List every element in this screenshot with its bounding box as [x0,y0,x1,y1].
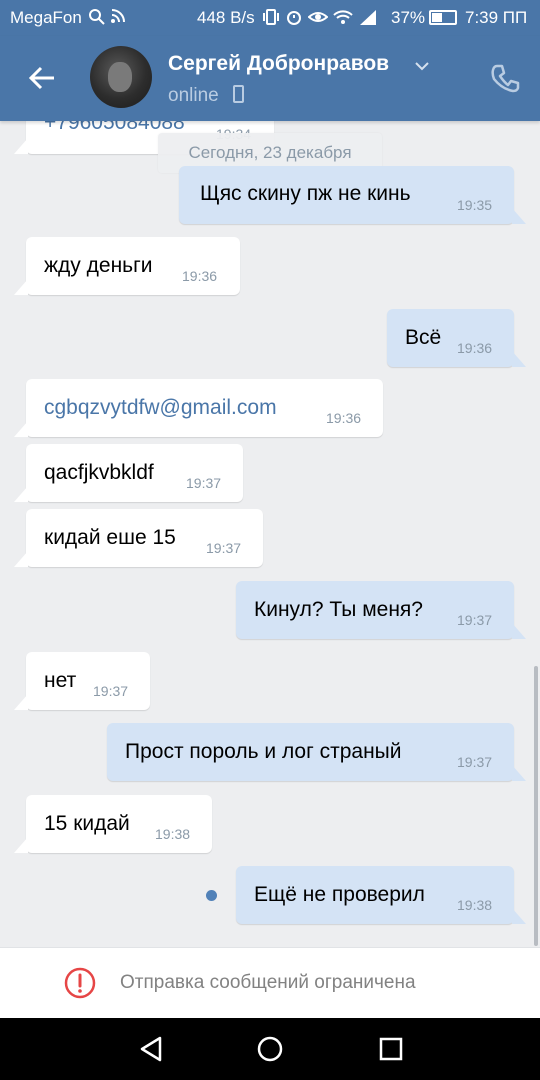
unread-indicator [206,890,217,901]
message-bubble-outgoing[interactable]: Ещё не проверил 19:38 [236,866,526,924]
online-status: online [168,85,219,106]
message-text: Прост пороль и лог страный [125,740,402,763]
message-bubble-outgoing[interactable]: Кинул? Ты меня? 19:37 [236,581,526,639]
message-bubble-incoming[interactable]: qacfjkvbkldf 19:37 [14,444,243,502]
signal-icon [360,10,376,25]
battery-icon [429,10,457,25]
contact-name[interactable]: Сергей Добронравов [168,52,389,76]
call-icon[interactable] [488,61,522,95]
message-text: Кинул? Ты меня? [254,598,423,621]
search-icon [89,9,105,25]
wifi-icon [333,10,353,24]
restricted-label: Отправка сообщений ограничена [120,972,416,993]
message-bubble-outgoing[interactable]: Всё 19:36 [387,309,526,367]
battery-percent: 37% [391,8,426,27]
message-time: 19:36 [457,340,493,356]
message-bubble-outgoing[interactable]: Щяс скину пж не кинь 19:35 [179,166,526,224]
message-time: 19:37 [457,612,493,628]
status-icons-left [88,8,126,26]
message-text: qacfjkvbkldf [44,461,154,484]
message-time: 19:37 [186,475,222,491]
message-text: кидай еше 15 [44,526,176,549]
chevron-down-icon[interactable] [414,60,430,72]
status-icons-right [262,8,378,26]
vibrate-icon [263,9,279,25]
email-link[interactable]: cgbqzvytdfw@gmail.com [44,396,277,420]
message-time: 19:37 [457,754,493,770]
message-text: жду деньги [44,254,153,277]
message-bubble-outgoing[interactable]: Прост пороль и лог страный 19:37 [107,723,526,781]
back-triangle-icon[interactable] [138,1035,164,1063]
warning-icon [64,967,96,999]
recents-square-icon[interactable] [378,1035,404,1063]
messaging-restricted-bar: Отправка сообщений ограничена [0,947,540,1018]
system-navigation-bar [0,1018,540,1080]
clock: 7:39 ПП [465,8,528,27]
scrollbar[interactable] [534,666,538,946]
rss-icon [111,9,125,23]
status-bar: MegaFon 448 B/s 37% 7:39 ПП [0,0,540,36]
message-time: 19:36 [182,268,218,284]
message-time: 19:37 [206,540,242,556]
message-time: 19:37 [93,683,129,699]
message-text: Всё [405,326,442,349]
message-bubble-incoming[interactable]: cgbqzvytdfw@gmail.com 19:36 [14,379,383,437]
message-bubble-incoming[interactable]: 15 кидай 19:38 [14,795,212,853]
mobile-phone-icon [233,85,244,103]
back-arrow-icon[interactable] [22,58,62,98]
alarm-icon [287,11,301,25]
network-speed: 448 B/s [197,8,255,27]
message-text: Щяс скину пж не кинь [200,182,411,205]
eye-icon [308,12,328,22]
message-time: 19:35 [457,197,493,213]
chat-header: Сергей Добронравов online [0,36,540,121]
message-bubble-incoming[interactable]: нет 19:37 [14,652,150,710]
message-text: 15 кидай [44,812,130,835]
message-text: нет [44,669,77,692]
avatar[interactable] [90,46,152,108]
message-bubble-incoming[interactable]: жду деньги 19:36 [14,237,240,295]
message-time: 19:38 [457,897,493,913]
message-list[interactable]: +79605084088 19:34 Сегодня, 23 декабря Щ… [0,121,540,947]
message-time: 19:36 [326,410,362,426]
message-bubble-incoming[interactable]: кидай еше 15 19:37 [14,509,263,567]
message-time: 19:38 [155,826,191,842]
home-circle-icon[interactable] [256,1035,284,1063]
message-text: Ещё не проверил [254,883,425,906]
carrier-name: MegaFon [10,8,82,27]
